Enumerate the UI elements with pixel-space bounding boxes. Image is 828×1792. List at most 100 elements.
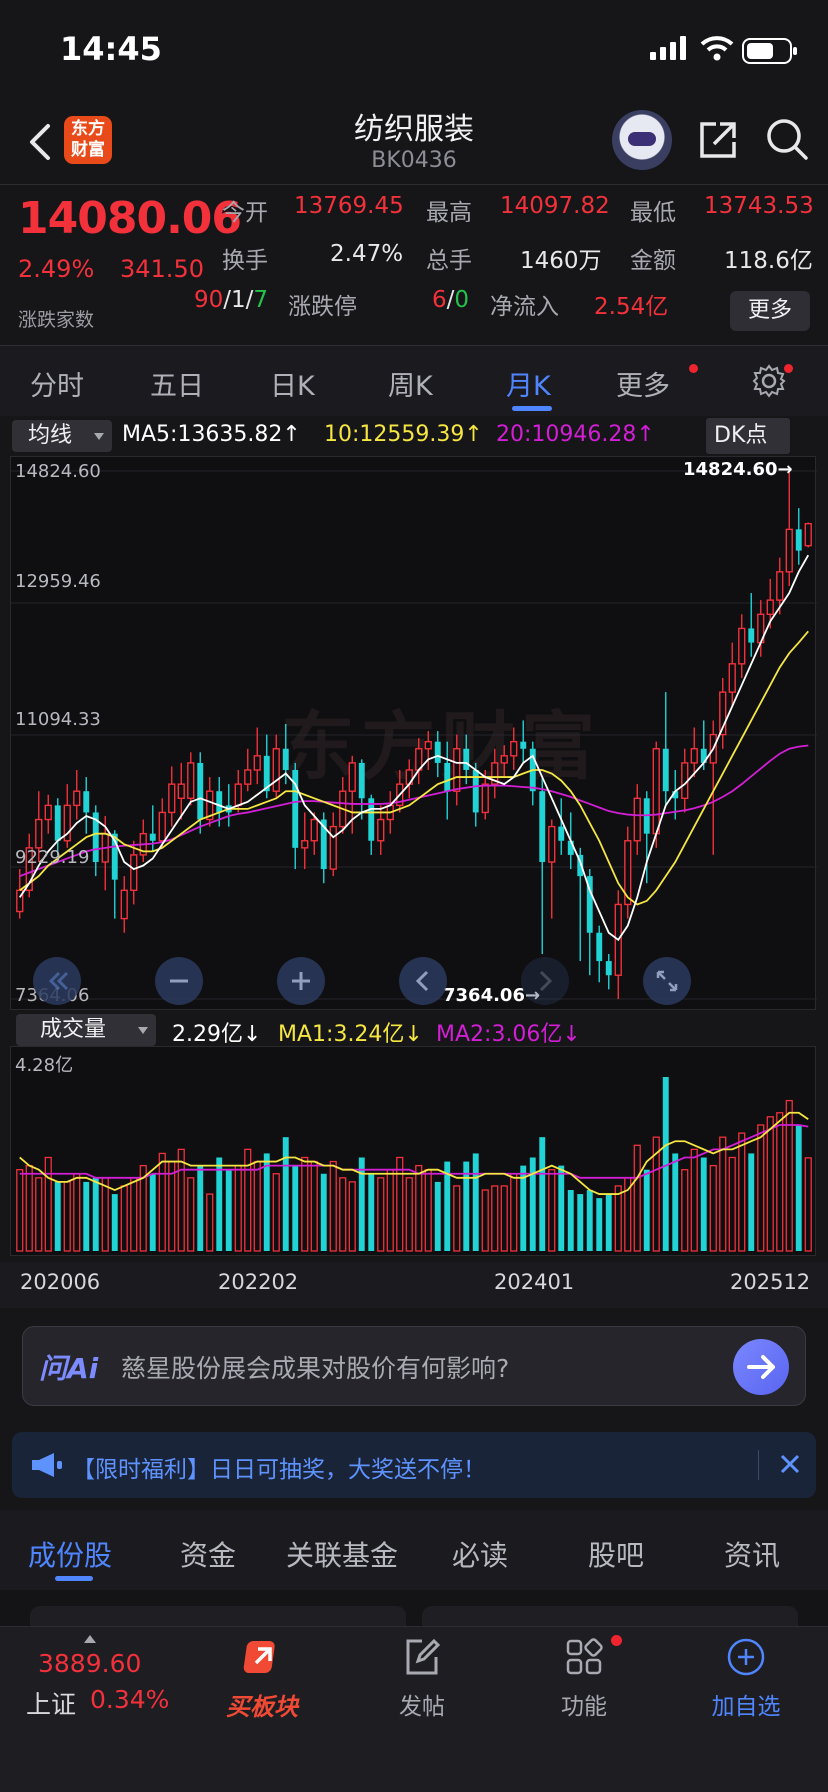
volume-bar	[700, 1157, 707, 1251]
volume-bar	[225, 1169, 232, 1251]
volume-bar	[377, 1177, 385, 1252]
candle-body	[795, 529, 802, 551]
ai-question-bar[interactable]: 问Ai 慈星股份展会成果对股价有何影响?	[22, 1326, 806, 1406]
tab-must-read[interactable]: 必读	[452, 1534, 508, 1574]
volume-bar	[510, 1173, 518, 1252]
tab-constituents[interactable]: 成份股	[28, 1534, 112, 1574]
tab-monthly-k[interactable]: 月K	[506, 364, 551, 403]
promo-banner[interactable]: 【限时福利】日日可抽奖，大奖送不停！	[12, 1432, 816, 1498]
volume-bar	[263, 1153, 270, 1251]
volume-bar	[216, 1157, 223, 1251]
candle-body	[605, 961, 612, 976]
candle-body	[453, 748, 461, 792]
tab-news[interactable]: 资讯	[724, 1534, 780, 1574]
candle-body	[558, 826, 565, 841]
cellular-signal-icon	[650, 36, 686, 60]
tab-capital[interactable]: 资金	[180, 1534, 236, 1574]
ai-robot-avatar-icon[interactable]	[612, 110, 672, 170]
volume-bar	[748, 1153, 755, 1251]
candle-body	[310, 818, 318, 842]
volume-bar	[785, 1099, 793, 1252]
grid-icon	[566, 1638, 603, 1675]
bottom-nav: 3889.60 上证 0.34% 买板块 发帖 功能 加自选	[0, 1626, 828, 1792]
volume-bar	[234, 1164, 242, 1252]
candle-body	[748, 628, 755, 643]
post-button[interactable]: 发帖	[362, 1627, 482, 1737]
volume-bar	[586, 1190, 593, 1251]
gear-icon[interactable]	[752, 364, 786, 398]
turnover-label: 换手	[222, 248, 268, 274]
scroll-left-button[interactable]	[399, 957, 447, 1005]
edit-icon	[406, 1638, 441, 1675]
more-quote-button[interactable]: 更多	[730, 291, 810, 331]
volume-bar	[292, 1165, 299, 1251]
tab-weekly-k[interactable]: 周K	[388, 364, 433, 403]
ma5-value: MA5:13635.82↑	[122, 422, 301, 447]
volume-bar	[348, 1181, 356, 1252]
volume-bar	[101, 1177, 109, 1252]
kline-chart[interactable]: 东方财富 14824.60 12959.46 11094.33 9229.19 …	[10, 456, 817, 1010]
volume-chart[interactable]: 4.28亿	[10, 1046, 816, 1256]
tab-forum[interactable]: 股吧	[588, 1534, 644, 1574]
dk-point-button[interactable]: DK点	[706, 418, 790, 454]
candle-body	[301, 840, 309, 849]
buy-sector-button[interactable]: 买板块	[202, 1627, 322, 1737]
zoom-in-button[interactable]	[277, 957, 325, 1005]
candle-body	[434, 741, 441, 763]
volume-bar	[738, 1132, 746, 1252]
tab-intraday[interactable]: 分时	[30, 364, 84, 403]
candle-body	[234, 783, 242, 807]
volume-bar	[54, 1181, 61, 1251]
volume-bar	[130, 1177, 138, 1252]
indicator-selector[interactable]: 均线	[12, 420, 112, 452]
share-icon[interactable]	[696, 118, 740, 162]
nav-label: 功能	[561, 1694, 607, 1720]
ai-submit-button[interactable]	[733, 1339, 789, 1395]
volume-bar	[386, 1169, 394, 1252]
tab-more[interactable]: 更多	[616, 364, 670, 403]
tab-five-day[interactable]: 五日	[150, 364, 204, 403]
index-name[interactable]: 上证	[26, 1685, 76, 1721]
functions-button[interactable]: 功能	[524, 1627, 644, 1737]
tab-related-funds[interactable]: 关联基金	[286, 1534, 398, 1574]
candle-body	[510, 740, 518, 757]
scroll-to-start-button[interactable]	[33, 957, 81, 1005]
close-icon[interactable]	[774, 1448, 806, 1480]
x-axis-dates: 202006 202202 202401 202512	[0, 1262, 828, 1308]
volume-bar	[158, 1152, 166, 1252]
candle-body	[187, 762, 195, 799]
scroll-right-button[interactable]	[521, 957, 569, 1005]
fullscreen-button[interactable]	[643, 957, 691, 1005]
volume-bar	[672, 1153, 679, 1251]
index-change-percent[interactable]: 0.34%	[90, 1685, 169, 1714]
volume-ma1-value: MA1:3.24亿↓	[278, 1022, 423, 1047]
add-watchlist-button[interactable]: 加自选	[686, 1627, 806, 1737]
card-strip	[0, 1590, 828, 1630]
volume-bar	[424, 1169, 432, 1252]
search-icon[interactable]	[764, 116, 810, 162]
volume-value: 2.29亿↓	[172, 1022, 262, 1047]
x-axis-label: 202202	[218, 1270, 299, 1294]
candle-body	[120, 889, 128, 920]
candle-body	[216, 791, 223, 813]
low-value: 13743.53	[704, 193, 814, 219]
candle-body	[728, 663, 736, 693]
candle-body	[244, 769, 252, 785]
open-value: 13769.45	[294, 193, 404, 219]
zoom-out-button[interactable]	[155, 957, 203, 1005]
index-price[interactable]: 3889.60	[38, 1649, 141, 1678]
tab-daily-k[interactable]: 日K	[270, 364, 315, 403]
limit-label: 涨跌停	[288, 294, 357, 320]
candle-body	[804, 522, 812, 547]
volume-value: 1460万	[520, 248, 602, 274]
candle-body	[177, 783, 185, 799]
volume-bar	[614, 1185, 622, 1252]
change-value: 341.50	[120, 255, 204, 283]
candle-body	[348, 762, 356, 792]
expand-up-icon[interactable]	[84, 1635, 96, 1643]
ai-suggested-question[interactable]: 慈星股份展会成果对股价有何影响?	[121, 1349, 509, 1385]
ma5-line	[19, 554, 810, 942]
candle-body	[168, 783, 176, 814]
active-tab-indicator	[512, 406, 552, 411]
sub-indicator-selector[interactable]: 成交量	[16, 1014, 156, 1046]
